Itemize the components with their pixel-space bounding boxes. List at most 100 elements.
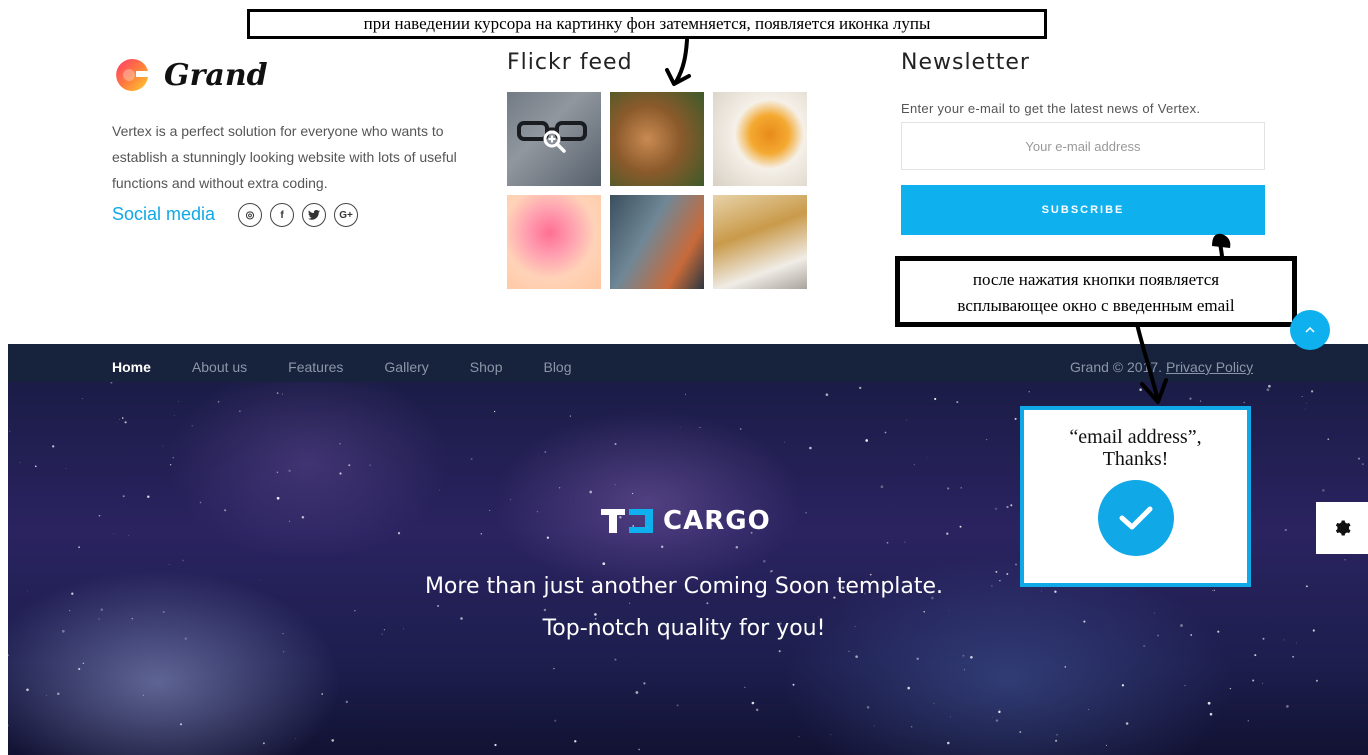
social-media-label: Social media <box>112 204 216 224</box>
star <box>614 484 616 486</box>
star <box>866 705 870 709</box>
nav-item-features[interactable]: Features <box>288 359 343 375</box>
star <box>661 545 664 548</box>
privacy-policy-link[interactable]: Privacy Policy <box>1166 359 1253 375</box>
star <box>439 489 440 491</box>
star <box>493 410 496 413</box>
star <box>934 397 937 401</box>
star <box>8 724 9 727</box>
star <box>116 422 118 423</box>
settings-button[interactable] <box>1316 502 1368 554</box>
star <box>543 608 547 612</box>
instagram-icon[interactable]: ◎ <box>238 203 262 227</box>
star <box>873 725 875 727</box>
star <box>191 424 193 427</box>
star <box>1322 489 1325 492</box>
star <box>1295 642 1297 644</box>
star <box>1055 739 1058 742</box>
star <box>1304 408 1306 410</box>
star <box>82 662 85 664</box>
cargo-logo-icon <box>601 509 653 533</box>
flickr-thumb-tea[interactable] <box>713 92 807 186</box>
subscribe-button[interactable]: SUBSCRIBE <box>901 185 1265 235</box>
brand-logo[interactable]: Grand <box>112 50 268 100</box>
nav-item-blog[interactable]: Blog <box>543 359 571 375</box>
star <box>569 415 571 417</box>
google-plus-icon[interactable]: G+ <box>334 203 358 227</box>
star <box>122 495 125 498</box>
star <box>168 564 170 565</box>
star <box>262 742 265 745</box>
flickr-thumb-woman[interactable] <box>713 195 807 289</box>
about-text: Vertex is a perfect solution for everyon… <box>112 123 457 191</box>
star <box>345 700 348 704</box>
star <box>859 386 862 390</box>
star <box>959 525 962 528</box>
star <box>986 439 988 441</box>
flickr-thumb-cookies[interactable] <box>610 92 704 186</box>
newsletter-description: Enter your e-mail to get the latest news… <box>901 101 1201 116</box>
star <box>1327 438 1330 441</box>
star <box>1125 722 1129 725</box>
star <box>9 430 11 432</box>
twitter-icon[interactable] <box>302 203 326 227</box>
star <box>1199 400 1202 402</box>
nav-item-shop[interactable]: Shop <box>470 359 503 375</box>
star <box>489 509 491 512</box>
star <box>739 428 742 430</box>
star <box>178 401 179 402</box>
nav-item-about[interactable]: About us <box>192 359 247 375</box>
star <box>339 472 342 475</box>
star <box>923 610 925 613</box>
star <box>913 464 915 466</box>
star <box>78 667 81 671</box>
email-input[interactable] <box>901 122 1265 170</box>
star <box>643 682 646 685</box>
flickr-thumb-man[interactable] <box>610 195 704 289</box>
star <box>1006 505 1009 509</box>
star <box>276 471 279 474</box>
annotation-hover-text: при наведении курсора на картинку фон за… <box>363 14 931 33</box>
star <box>276 496 280 500</box>
star <box>1064 666 1067 668</box>
nav-item-home[interactable]: Home <box>112 359 151 375</box>
star <box>173 414 175 416</box>
star <box>638 748 640 751</box>
star <box>992 716 994 718</box>
star <box>34 465 37 468</box>
star <box>995 570 998 573</box>
star <box>947 487 950 490</box>
star <box>65 467 67 470</box>
star <box>57 692 60 695</box>
star <box>1344 559 1346 561</box>
hero-tagline-line2: Top-notch quality for you! <box>542 616 826 641</box>
star <box>348 464 351 467</box>
star <box>538 454 540 456</box>
star <box>509 498 512 501</box>
star <box>46 695 47 697</box>
star <box>699 427 701 429</box>
facebook-icon[interactable]: f <box>270 203 294 227</box>
star <box>830 734 832 736</box>
scroll-to-top-button[interactable] <box>1290 310 1330 350</box>
flickr-thumb-glasses[interactable] <box>507 92 601 186</box>
star <box>19 462 21 463</box>
star <box>907 686 910 690</box>
star <box>1153 612 1155 614</box>
star <box>282 393 284 395</box>
star <box>848 650 850 652</box>
logo-text: Grand <box>164 57 268 93</box>
star <box>1262 682 1263 684</box>
star <box>751 701 755 705</box>
star <box>113 533 115 535</box>
star <box>397 532 401 535</box>
flickr-thumb-grapefruit[interactable] <box>507 195 601 289</box>
star <box>963 669 966 671</box>
nav-item-gallery[interactable]: Gallery <box>384 359 428 375</box>
star <box>78 546 81 549</box>
newsletter-title: Newsletter <box>901 50 1030 75</box>
star <box>880 485 884 489</box>
star <box>1014 563 1018 566</box>
star <box>321 693 323 695</box>
star <box>69 610 71 612</box>
